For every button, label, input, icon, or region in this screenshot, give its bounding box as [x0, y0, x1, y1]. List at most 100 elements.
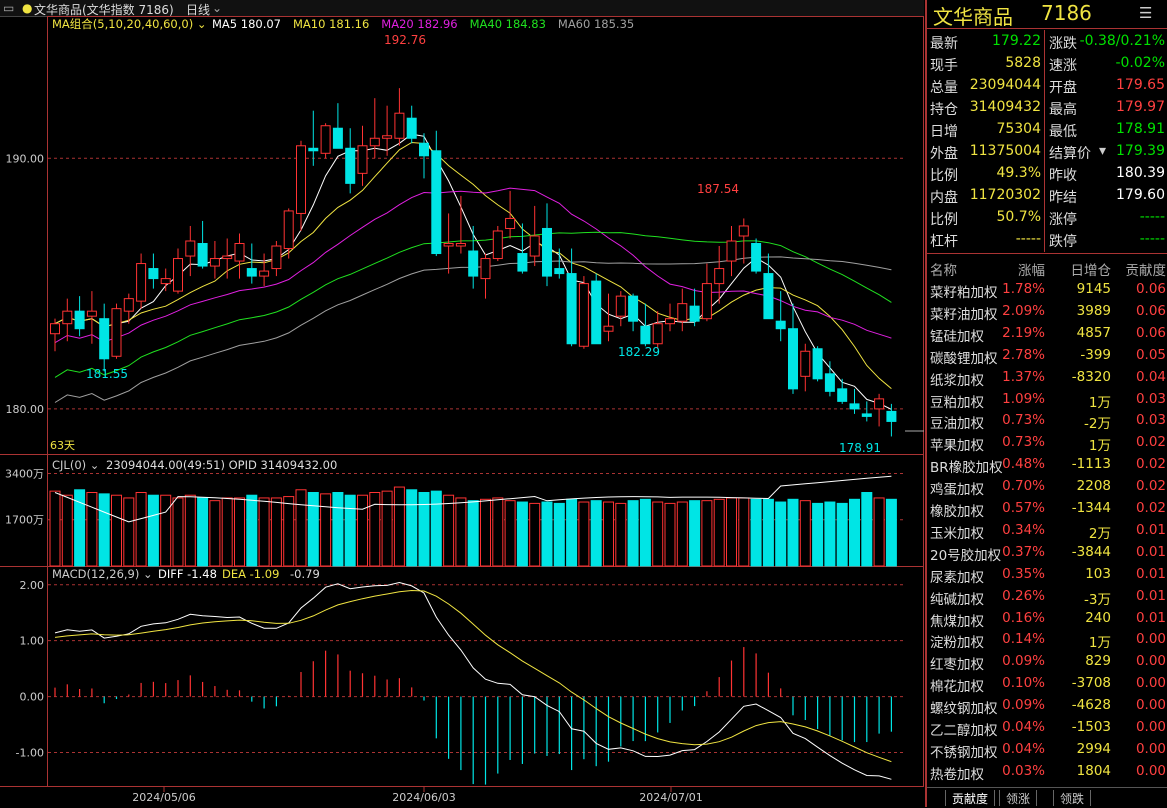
- volume-bar[interactable]: [578, 501, 590, 567]
- volume-bar[interactable]: [246, 494, 258, 567]
- volume-bar[interactable]: [320, 493, 332, 567]
- table-row[interactable]: 不锈钢加权 0.04% 2994 0.00: [927, 738, 1167, 761]
- candle[interactable]: [111, 308, 122, 357]
- volume-bar[interactable]: [627, 500, 639, 567]
- table-row[interactable]: 淀粉加权 0.14% 1万 0.00: [927, 628, 1167, 651]
- volume-bar[interactable]: [480, 498, 491, 567]
- candle[interactable]: [443, 243, 454, 247]
- volume-bar[interactable]: [147, 494, 159, 567]
- candle[interactable]: [849, 403, 860, 410]
- volume-bar[interactable]: [516, 501, 528, 567]
- volume-bar[interactable]: [873, 497, 885, 567]
- candle[interactable]: [136, 263, 147, 302]
- column-header[interactable]: 贡献度: [1126, 259, 1167, 279]
- candle[interactable]: [591, 280, 602, 345]
- table-row[interactable]: 菜籽油加权 2.09% 3989 0.06: [927, 300, 1167, 323]
- volume-bar[interactable]: [689, 500, 701, 567]
- candle[interactable]: [578, 283, 589, 347]
- volume-bar[interactable]: [184, 494, 196, 567]
- candle[interactable]: [714, 268, 725, 285]
- volume-bar[interactable]: [160, 494, 172, 567]
- candle[interactable]: [492, 230, 503, 260]
- table-row[interactable]: 乙二醇加权 0.04% -1503 0.00: [927, 716, 1167, 739]
- volume-bar[interactable]: [111, 494, 122, 567]
- candle[interactable]: [824, 373, 835, 392]
- table-row[interactable]: 碳酸锂加权 2.78% -399 0.05: [927, 344, 1167, 367]
- volume-bar[interactable]: [221, 497, 233, 567]
- volume-bar[interactable]: [553, 502, 565, 567]
- volume-bar[interactable]: [529, 502, 541, 567]
- candle[interactable]: [123, 298, 134, 312]
- volume-bar[interactable]: [295, 489, 307, 567]
- volume-bar[interactable]: [443, 494, 455, 567]
- table-row[interactable]: 鸡蛋加权 0.70% 2208 0.02: [927, 475, 1167, 498]
- candle[interactable]: [603, 325, 614, 332]
- volume-bar[interactable]: [652, 501, 664, 567]
- candle[interactable]: [800, 350, 811, 377]
- volume-bar[interactable]: [123, 497, 135, 567]
- candle[interactable]: [283, 210, 294, 250]
- table-row[interactable]: 菜籽粕加权 1.78% 9145 0.06: [927, 278, 1167, 301]
- candle[interactable]: [665, 318, 675, 325]
- table-row[interactable]: 螺纹钢加权 0.09% -4628 0.00: [927, 694, 1167, 717]
- candle[interactable]: [369, 137, 380, 147]
- volume-bar[interactable]: [701, 500, 713, 567]
- candle[interactable]: [738, 225, 749, 237]
- candle[interactable]: [628, 295, 639, 322]
- candle[interactable]: [173, 258, 183, 292]
- volume-bar[interactable]: [98, 493, 110, 567]
- volume-bar[interactable]: [234, 497, 245, 567]
- table-row[interactable]: 锰硅加权 2.19% 4857 0.06: [927, 322, 1167, 345]
- volume-bar[interactable]: [369, 492, 381, 567]
- candle[interactable]: [726, 240, 737, 262]
- candle[interactable]: [874, 398, 885, 410]
- candle[interactable]: [382, 135, 393, 139]
- candle[interactable]: [394, 112, 405, 139]
- candle[interactable]: [320, 125, 331, 154]
- chart-area[interactable]: 190.00 180.00 192.76 187.54 181.55 182.29 178.…: [0, 16, 924, 807]
- candle[interactable]: [406, 117, 417, 139]
- candle[interactable]: [775, 320, 786, 330]
- table-row[interactable]: 红枣加权 0.09% 829 0.00: [927, 650, 1167, 673]
- candle[interactable]: [763, 273, 774, 320]
- table-row[interactable]: 纸浆加权 1.37% -8320 0.04: [927, 366, 1167, 389]
- volume-bar[interactable]: [676, 501, 688, 567]
- candle[interactable]: [357, 145, 368, 174]
- volume-bar[interactable]: [824, 501, 836, 567]
- candle[interactable]: [615, 295, 626, 317]
- volume-bar[interactable]: [258, 497, 270, 567]
- candle[interactable]: [701, 283, 712, 320]
- volume-bar[interactable]: [406, 489, 418, 567]
- tab-0[interactable]: 贡献度: [945, 790, 996, 806]
- candle[interactable]: [185, 240, 196, 257]
- column-header[interactable]: 涨幅: [1018, 259, 1045, 279]
- candle[interactable]: [677, 303, 688, 322]
- volume-bar[interactable]: [590, 500, 602, 567]
- volume-bar[interactable]: [603, 501, 614, 567]
- volume-bar[interactable]: [357, 494, 368, 567]
- candle[interactable]: [468, 250, 479, 277]
- candle[interactable]: [529, 235, 540, 257]
- volume-legend[interactable]: CJL(0) ⌄: [52, 458, 99, 472]
- volume-bar[interactable]: [849, 498, 860, 567]
- volume-bar[interactable]: [750, 498, 762, 567]
- volume-bar[interactable]: [393, 486, 405, 567]
- candle[interactable]: [480, 258, 491, 280]
- candle[interactable]: [148, 268, 159, 280]
- volume-bar[interactable]: [713, 498, 725, 567]
- volume-bar[interactable]: [787, 498, 799, 567]
- candle[interactable]: [861, 413, 872, 417]
- macd-legend[interactable]: MACD(12,26,9) ⌄: [52, 567, 153, 581]
- volume-bar[interactable]: [197, 497, 209, 567]
- volume-bar[interactable]: [861, 492, 873, 567]
- table-row[interactable]: 豆油加权 0.73% -2万 0.03: [927, 409, 1167, 432]
- volume-bar[interactable]: [332, 492, 344, 567]
- candle[interactable]: [455, 243, 466, 247]
- volume-bar[interactable]: [135, 492, 147, 567]
- table-row[interactable]: 橡胶加权 0.57% -1344 0.02: [927, 497, 1167, 520]
- candle[interactable]: [234, 243, 245, 262]
- volume-bar[interactable]: [812, 502, 824, 567]
- candle[interactable]: [689, 305, 700, 322]
- table-row[interactable]: 棉花加权 0.10% -3708 0.00: [927, 672, 1167, 695]
- tab-2[interactable]: 领跌: [1053, 790, 1092, 806]
